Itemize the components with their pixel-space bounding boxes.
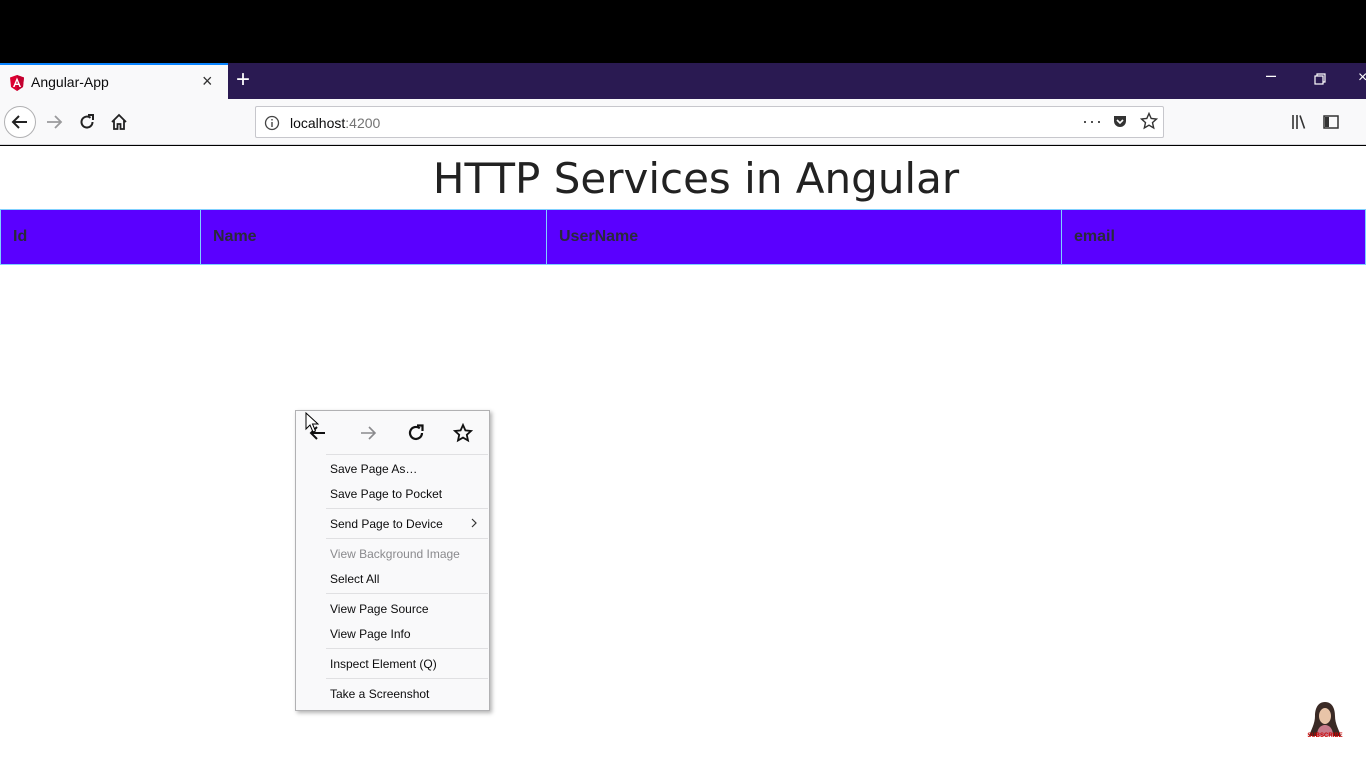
forward-arrow-icon <box>47 115 63 129</box>
menu-separator <box>326 454 488 455</box>
chevron-right-icon <box>471 518 477 528</box>
back-arrow-icon <box>11 115 27 129</box>
page-title: HTTP Services in Angular <box>432 154 960 203</box>
context-menu-nav <box>296 411 489 453</box>
site-info-icon[interactable] <box>264 115 280 131</box>
navigation-toolbar: localhost:4200 ··· <box>0 99 1366 145</box>
context-menu: Save Page As… Save Page to Pocket Send P… <box>295 410 490 711</box>
users-table: Id Name UserName email <box>0 209 1366 265</box>
bookmark-star-icon[interactable] <box>1140 112 1158 130</box>
tab-bar: Angular-App × + – × <box>0 63 1366 99</box>
pocket-icon[interactable] <box>1112 114 1128 130</box>
new-tab-button[interactable]: + <box>236 66 250 94</box>
menu-item-inspect-element[interactable]: Inspect Element (Q) <box>296 652 489 676</box>
home-icon <box>111 113 127 130</box>
table-header-row: Id Name UserName email <box>0 209 1366 265</box>
column-header-id: Id <box>0 209 201 265</box>
tab-close-icon[interactable]: × <box>202 72 213 90</box>
menu-item-view-background-image: View Background Image <box>330 547 460 561</box>
reload-button[interactable] <box>71 106 103 138</box>
menu-separator <box>326 508 488 509</box>
column-header-email: email <box>1061 209 1366 265</box>
forward-icon[interactable] <box>358 423 378 443</box>
angular-logo-icon <box>10 75 24 91</box>
url-bar[interactable]: localhost:4200 ··· <box>255 106 1164 138</box>
bookmark-icon[interactable] <box>453 423 473 443</box>
menu-item-take-screenshot[interactable]: Take a Screenshot <box>296 682 489 706</box>
screen: Angular-App × + – × localhost:4200 ··· H… <box>0 0 1366 768</box>
page-actions-menu-icon[interactable]: ··· <box>1082 111 1103 132</box>
column-header-username: UserName <box>546 209 1062 265</box>
menu-separator <box>326 648 488 649</box>
forward-button[interactable] <box>38 106 70 138</box>
restore-button[interactable] <box>1314 73 1326 85</box>
tab-title: Angular-App <box>31 74 109 90</box>
sidebar-toggle-icon[interactable] <box>1322 113 1340 131</box>
page-content: HTTP Services in Angular Id Name UserNam… <box>0 146 1366 768</box>
reload-icon <box>80 114 94 129</box>
url-host: localhost <box>290 115 346 131</box>
menu-separator <box>326 538 488 539</box>
menu-item-save-to-pocket[interactable]: Save Page to Pocket <box>296 482 489 506</box>
minimize-button[interactable]: – <box>1266 65 1276 86</box>
menu-separator <box>326 593 488 594</box>
home-button[interactable] <box>103 106 135 138</box>
back-button[interactable] <box>4 106 36 138</box>
tab-angular-app[interactable]: Angular-App × <box>0 63 228 99</box>
mouse-cursor-icon <box>305 412 319 433</box>
menu-separator <box>326 678 488 679</box>
menu-item-view-page-info[interactable]: View Page Info <box>296 622 489 646</box>
window-close-button[interactable]: × <box>1358 69 1366 87</box>
menu-item-select-all[interactable]: Select All <box>296 567 489 591</box>
library-icon[interactable] <box>1290 113 1308 131</box>
reload-icon[interactable] <box>406 423 426 443</box>
subscribe-text[interactable]: SUBSCRIBE <box>1305 733 1345 739</box>
column-header-name: Name <box>200 209 547 265</box>
menu-item-view-page-source[interactable]: View Page Source <box>296 597 489 621</box>
menu-item-label: Send Page to Device <box>330 517 443 531</box>
menu-item-save-page-as[interactable]: Save Page As… <box>296 457 489 481</box>
menu-item-send-page-to-device[interactable]: Send Page to Device <box>296 512 489 536</box>
url-text: localhost:4200 <box>290 115 380 131</box>
url-port: :4200 <box>345 115 381 131</box>
